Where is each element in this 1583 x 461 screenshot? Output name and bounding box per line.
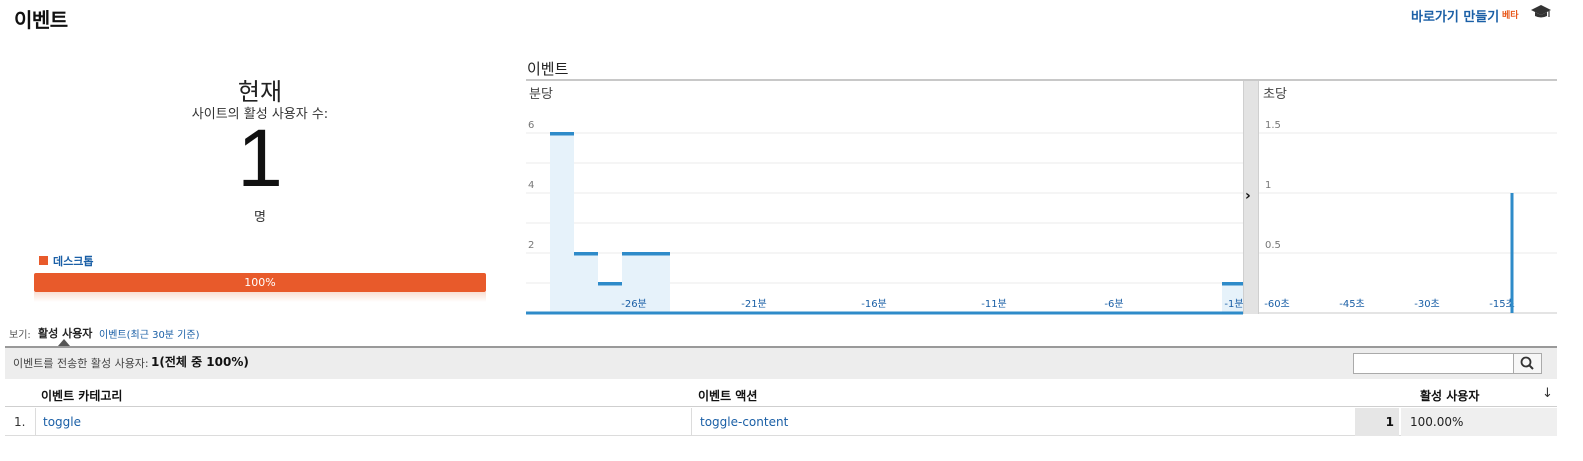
- per-minute-chart: 2 4 6 -26분 -21분 -16분 -11분 -6분 -1분: [526, 120, 1243, 315]
- graduation-cap-icon[interactable]: [1530, 4, 1552, 20]
- minute-bar: [574, 253, 598, 313]
- x-tick-label: -1분: [1224, 298, 1243, 310]
- y-tick-label: 2: [528, 240, 534, 251]
- row-category-link[interactable]: toggle: [43, 415, 81, 429]
- y-tick-label: 1.5: [1265, 120, 1281, 131]
- row-divider: [35, 408, 36, 436]
- y-tick-label: 0.5: [1265, 240, 1281, 251]
- device-bar-shadow: [34, 292, 486, 302]
- search-icon: [1520, 356, 1534, 370]
- column-header-category[interactable]: 이벤트 카테고리: [41, 387, 122, 404]
- minute-bar-cap: [622, 252, 646, 256]
- minute-bar-cap: [598, 282, 622, 286]
- count-unit: 명: [254, 210, 266, 225]
- x-tick-label: -45초: [1339, 298, 1365, 310]
- x-tick-label: -30초: [1414, 298, 1440, 310]
- summary-value: 1(전체 중 100%): [151, 355, 249, 369]
- second-bar: [1510, 193, 1514, 313]
- chevron-right-icon[interactable]: ›: [1245, 188, 1251, 204]
- active-view-caret: [58, 339, 70, 346]
- desktop-legend-swatch: [39, 256, 48, 265]
- table-search-input[interactable]: [1353, 353, 1514, 374]
- search-button[interactable]: [1513, 353, 1542, 374]
- active-users-count: 1: [237, 113, 283, 204]
- minute-bar-cap: [574, 252, 598, 256]
- x-tick-label: -60초: [1264, 298, 1290, 310]
- minute-bar-cap: [1222, 282, 1243, 286]
- page-title: 이벤트: [14, 8, 68, 32]
- x-tick-label: -16분: [861, 298, 887, 310]
- summary-label: 이벤트를 전송한 활성 사용자:: [13, 357, 149, 370]
- desktop-legend-label[interactable]: 데스크톱: [53, 253, 93, 269]
- x-tick-label: -11분: [981, 298, 1007, 310]
- y-tick-label: 6: [528, 120, 534, 131]
- row-users-percent: 100.00%: [1410, 415, 1464, 429]
- beta-badge: 베타: [1502, 11, 1519, 21]
- row-action-link[interactable]: toggle-content: [700, 415, 788, 429]
- y-tick-label: 1: [1265, 180, 1271, 191]
- row-users-count: 1: [1385, 415, 1394, 429]
- per-second-chart: 0.511.5-60초 -45초 -30초 -15초: [1259, 120, 1557, 314]
- column-header-active-users[interactable]: 활성 사용자: [1420, 387, 1479, 404]
- minute-bar: [646, 253, 670, 313]
- minute-bar: [550, 133, 574, 313]
- column-header-action[interactable]: 이벤트 액션: [698, 387, 757, 404]
- view-label: 보기:: [9, 330, 31, 341]
- x-tick-label: -21분: [741, 298, 767, 310]
- table-header: [5, 380, 1557, 407]
- minute-bar-cap: [550, 132, 574, 136]
- view-option-events[interactable]: 이벤트(최근 30분 기준): [99, 326, 200, 341]
- x-tick-label: -26분: [621, 298, 647, 310]
- now-label: 현재: [237, 78, 283, 106]
- row-index: 1.: [14, 415, 26, 429]
- x-tick-label: -6분: [1104, 298, 1123, 310]
- create-shortcut-link[interactable]: 바로가기 만들기: [1411, 6, 1499, 25]
- y-tick-label: 4: [528, 180, 534, 191]
- minute-bar: [598, 283, 622, 313]
- device-share-bar: 100%: [34, 273, 486, 292]
- chart-title: 이벤트: [527, 60, 569, 78]
- sort-descending-icon[interactable]: ↓: [1542, 386, 1553, 401]
- row-divider: [691, 408, 692, 436]
- minute-bar-cap: [646, 252, 670, 256]
